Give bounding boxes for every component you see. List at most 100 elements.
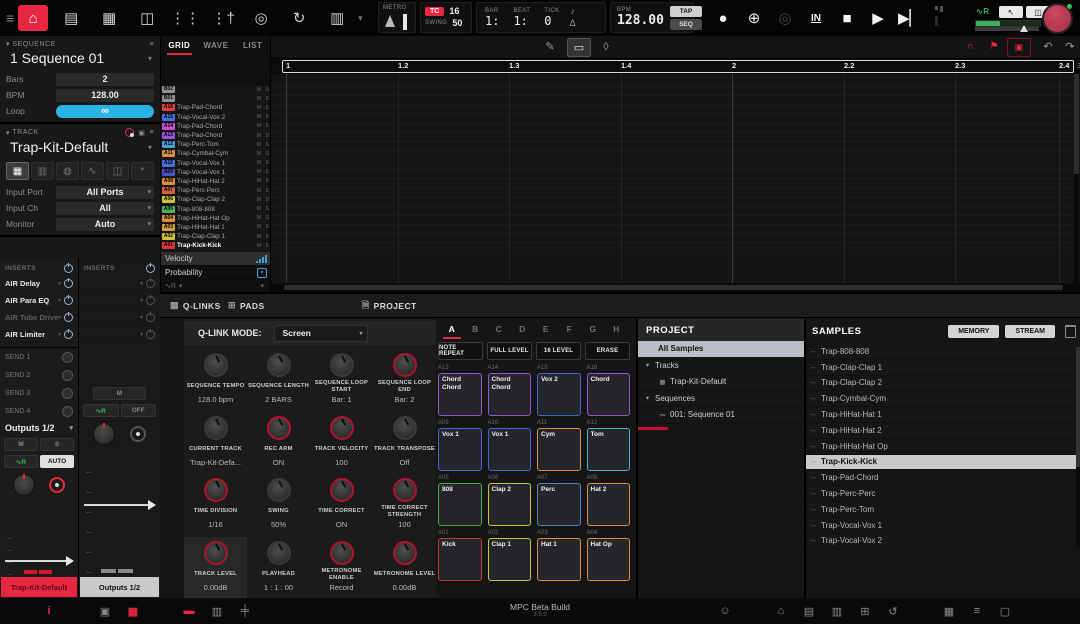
send-knob[interactable]	[62, 352, 73, 363]
qlink-knob-cell[interactable]: PLAYHEAD 1 : 1 : 00	[247, 537, 310, 600]
insert-power-icon[interactable]	[64, 279, 73, 288]
insert-slot[interactable]: AIR Delay ▾	[0, 275, 78, 292]
qlink-knob[interactable]	[393, 353, 417, 377]
pencil-tool-icon[interactable]: ✎	[539, 38, 561, 55]
empty-insert-slot[interactable]: ▾	[79, 275, 160, 292]
play-start-button[interactable]: ▶▏	[898, 9, 920, 27]
record-button[interactable]: ●	[712, 10, 734, 27]
pad-mode-button[interactable]: FULL LEVEL	[487, 342, 532, 360]
track-name[interactable]: Trap-Kit-Default	[10, 139, 108, 155]
row-mute-button[interactable]: M	[255, 123, 263, 129]
qlink-knob-cell[interactable]: SEQUENCE LOOP START Bar: 1	[310, 349, 373, 412]
qlink-knob-cell[interactable]: METRONOME LEVEL 0.00dB	[373, 537, 436, 600]
main-mode-icon[interactable]: ⌂	[18, 5, 48, 31]
qlink-knob[interactable]	[330, 353, 354, 377]
project-tree-item[interactable]: ▦ Trap-Kit-Default	[638, 374, 804, 391]
track-row[interactable]: A06 Trap-Clap-Clap 2 M S	[161, 195, 271, 204]
automation-button[interactable]: ∿R	[4, 455, 38, 468]
sends-view-icon[interactable]: ▥	[322, 5, 352, 31]
file-icon[interactable]: ▤	[802, 605, 816, 618]
qlink-knob-cell[interactable]: SEQUENCE LOOP END Bar: 2	[373, 349, 436, 412]
output-mute-button[interactable]: M	[93, 387, 146, 400]
grid-horizontal-scrollbar[interactable]	[271, 284, 1080, 291]
drum-pad[interactable]: A11 Cym	[537, 420, 581, 475]
track-row[interactable]: A10 Trap-Vocal-Vox 1 M S	[161, 159, 271, 168]
position-tile[interactable]: BAR 1: BEAT 1: TICK 0 ♪ Δ	[476, 2, 606, 33]
insert-power-icon[interactable]	[146, 279, 155, 288]
track-row[interactable]: A11 Trap-Cymbal-Cym M S	[161, 149, 271, 158]
mute-button[interactable]: M	[4, 438, 38, 451]
sample-row[interactable]: ↔ Trap-HiHat-Hat 2	[806, 423, 1080, 439]
loop-toggle[interactable]: ∞	[56, 105, 154, 118]
pad-bank-tab[interactable]: E	[534, 319, 558, 339]
qlink-knob[interactable]	[204, 353, 228, 377]
cv-track-icon[interactable]: ◫	[106, 162, 129, 180]
lane-row-partial[interactable]: ∿R ▾ ▾	[161, 280, 271, 292]
pad-mode-button[interactable]: NOTE REPEAT	[438, 342, 483, 360]
qlink-knob[interactable]	[393, 416, 417, 440]
project-scroll-indicator[interactable]	[638, 427, 668, 430]
track-view-icon[interactable]: ▤	[56, 5, 86, 31]
empty-insert-slot[interactable]: ▾	[79, 326, 160, 343]
row-mute-button[interactable]: M	[255, 224, 263, 230]
qlink-knob-cell[interactable]: SEQUENCE TEMPO 128.0 bpm	[184, 349, 247, 412]
stop-button[interactable]: ■	[836, 10, 858, 27]
drum-pad[interactable]: A07 Perc	[537, 475, 581, 530]
send-knob[interactable]	[62, 406, 73, 417]
record-arm-button[interactable]	[49, 477, 65, 493]
tap-tempo-button[interactable]: TAP	[670, 6, 702, 17]
grid-vertical-scrollbar[interactable]	[1074, 74, 1079, 283]
pad-bank-tab[interactable]: B	[464, 319, 488, 339]
sample-row[interactable]: ↔ Trap-HiHat-Hat Op	[806, 439, 1080, 455]
row-mute-button[interactable]: M	[255, 96, 263, 102]
qlink-knob-cell[interactable]: TIME DIVISION 1/16	[184, 474, 247, 537]
track-row[interactable]: A01 Trap-Kick-Kick M S	[161, 241, 271, 250]
undo-icon[interactable]: ↶	[1037, 38, 1059, 55]
sampler-icon[interactable]: ◫	[132, 5, 162, 31]
drum-pad[interactable]: A06 Clap 2	[488, 475, 532, 530]
drum-pad[interactable]: A16 Chord	[587, 365, 631, 420]
trash-icon[interactable]	[1065, 325, 1076, 338]
send-knob[interactable]	[62, 370, 73, 381]
sample-row[interactable]: ↔ Trap-Vocal-Vox 2	[806, 534, 1080, 550]
project-tree-item[interactable]: All Samples	[638, 341, 804, 358]
play-button[interactable]: ▶	[867, 9, 889, 27]
monitor-select[interactable]: Auto▾	[56, 218, 154, 231]
samples-scrollbar[interactable]	[1076, 347, 1080, 547]
drum-pad[interactable]: A15 Vox 2	[537, 365, 581, 420]
inserts-power-icon[interactable]	[146, 264, 155, 273]
sample-row[interactable]: ↔ Trap-Perc-Tom	[806, 502, 1080, 518]
automation-mode-button[interactable]: AUTO	[40, 455, 74, 468]
tempo-source-button[interactable]: SEQ	[670, 19, 702, 30]
track-row[interactable]: A09 Trap-Vocal-Vox 1 M S	[161, 168, 271, 177]
insert-power-icon[interactable]	[64, 296, 73, 305]
sample-row[interactable]: ↔ Trap-Perc-Perc	[806, 486, 1080, 502]
tab-project[interactable]: 🗎 PROJECT	[362, 294, 417, 317]
track-row[interactable]: A04 Trap-HiHat-Hat Op M S	[161, 214, 271, 223]
drum-pad[interactable]: A09 Vox 1	[438, 420, 482, 475]
audio-track-icon[interactable]: ∿	[81, 162, 104, 180]
input-ch-select[interactable]: All▾	[56, 202, 154, 215]
insert-slot[interactable]: AIR Para EQ ▾	[0, 292, 78, 309]
eraser-tool-icon[interactable]: ◊	[595, 38, 617, 55]
qlink-knob[interactable]	[204, 416, 228, 440]
keygroup-track-icon[interactable]: ▥	[31, 162, 54, 180]
pad-bank-tab[interactable]: D	[511, 319, 535, 339]
output-automation-off-button[interactable]: OFF	[121, 404, 157, 417]
pad-grid-icon[interactable]: ▦	[94, 5, 124, 31]
overdub-button[interactable]: ⊕	[743, 9, 765, 27]
row-mute-button[interactable]: M	[255, 160, 263, 166]
project-tree-item[interactable]: ≔ 001: Sequence 01	[638, 407, 804, 424]
insert-power-icon[interactable]	[64, 313, 73, 322]
history-icon[interactable]: ↺	[886, 605, 900, 618]
pad-bank-tab[interactable]: G	[581, 319, 605, 339]
image-icon[interactable]: ⊞	[858, 605, 872, 618]
collapse-chevron-icon[interactable]: ▾	[6, 129, 10, 137]
output-fader-handle[interactable]	[84, 504, 149, 506]
row-mute-button[interactable]: M	[255, 87, 263, 93]
pad-bank-tab[interactable]: H	[605, 319, 629, 339]
insert-power-icon[interactable]	[146, 330, 155, 339]
metro-toggle-icon[interactable]: Δ	[570, 18, 576, 30]
pad-bank-tab[interactable]: F	[558, 319, 582, 339]
insert-power-icon[interactable]	[146, 313, 155, 322]
